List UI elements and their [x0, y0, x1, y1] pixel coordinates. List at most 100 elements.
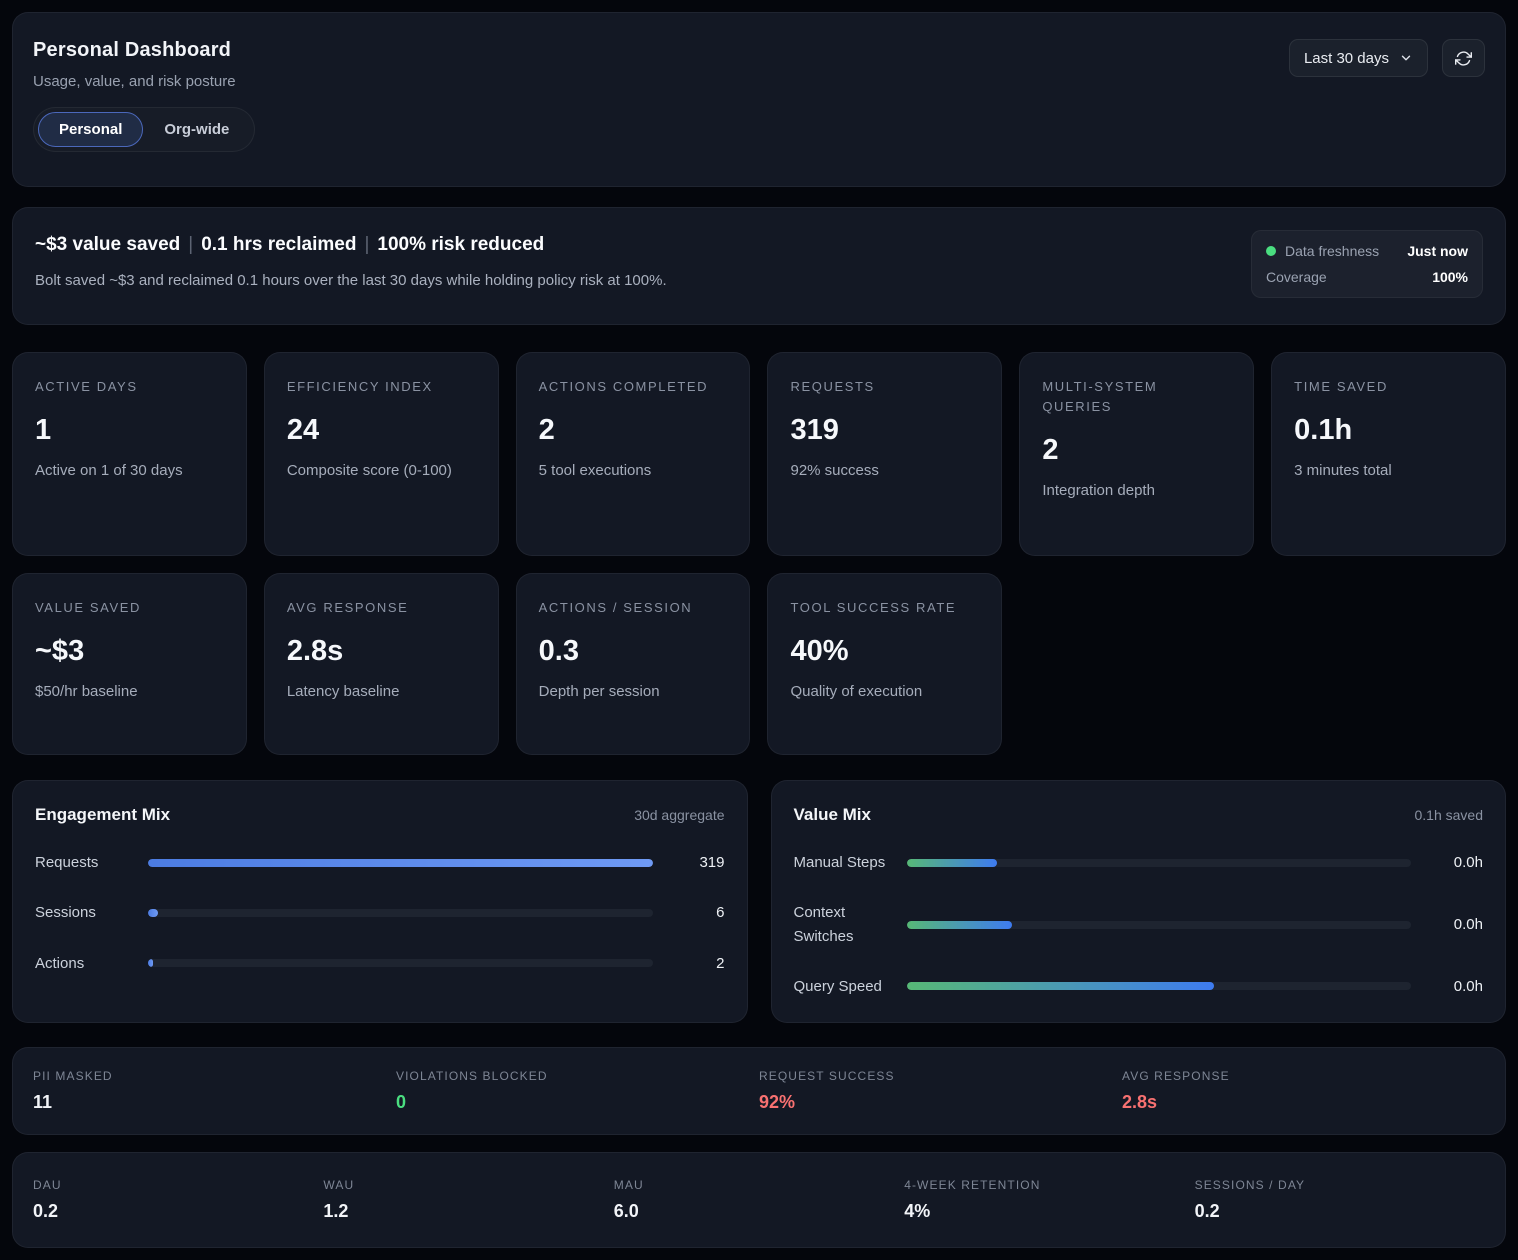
- mix-panels: Engagement Mix 30d aggregate Requests 31…: [12, 780, 1506, 1023]
- bar-row-context-switches: Context Switches 0.0h: [794, 901, 1484, 948]
- engagement-mix-panel: Engagement Mix 30d aggregate Requests 31…: [12, 780, 748, 1023]
- coverage-value: 100%: [1432, 269, 1468, 285]
- page-title: Personal Dashboard: [33, 39, 1485, 62]
- metric-label: Active days: [35, 377, 224, 397]
- stat-value: 1.2: [323, 1201, 613, 1222]
- stat-avg-response: Avg response 2.8s: [1122, 1069, 1485, 1113]
- metric-value: 2: [1042, 434, 1231, 467]
- metric-subtext: Latency baseline: [287, 683, 476, 700]
- coverage-label: Coverage: [1266, 269, 1327, 285]
- stat-request-success: Request success 92%: [759, 1069, 1122, 1113]
- status-dot-icon: [1266, 246, 1276, 256]
- refresh-icon: [1455, 50, 1472, 67]
- stat-value: 6.0: [614, 1201, 904, 1222]
- stat-value: 4%: [904, 1201, 1194, 1222]
- metric-value: ~$3: [35, 635, 224, 668]
- metric-card-tool-success-rate: Tool success rate 40% Quality of executi…: [767, 573, 1002, 755]
- stat-violations-blocked: Violations blocked 0: [396, 1069, 759, 1113]
- bar-fill: [907, 982, 1215, 990]
- metric-subtext: 92% success: [790, 462, 979, 479]
- headline-separator: |: [180, 234, 201, 255]
- scope-toggle: Personal Org-wide: [33, 107, 255, 152]
- metric-label: Time saved: [1294, 377, 1483, 397]
- bar-label: Manual Steps: [794, 851, 907, 874]
- panel-subtitle: 30d aggregate: [634, 807, 724, 823]
- bar-label: Query Speed: [794, 975, 907, 998]
- panel-title: Engagement Mix: [35, 805, 170, 825]
- metric-value: 319: [790, 414, 979, 447]
- freshness-row: Data freshness Just now: [1266, 243, 1468, 259]
- stat-label: Sessions / day: [1195, 1178, 1485, 1192]
- metric-card-multi-system-queries: Multi-system queries 2 Integration depth: [1019, 352, 1254, 556]
- headline-value-saved: ~$3 value saved: [35, 234, 180, 255]
- metric-subtext: 3 minutes total: [1294, 462, 1483, 479]
- stat-value: 0.2: [1195, 1201, 1485, 1222]
- metrics-row-2: Value saved ~$3 $50/hr baseline Avg resp…: [12, 573, 1506, 755]
- stat-value: 2.8s: [1122, 1092, 1485, 1113]
- engagement-mix-header: Engagement Mix 30d aggregate: [35, 805, 725, 825]
- metric-value: 2.8s: [287, 635, 476, 668]
- headline-risk-reduced: 100% risk reduced: [377, 234, 544, 255]
- bar-value: 319: [669, 854, 725, 871]
- bar-row-query-speed: Query Speed 0.0h: [794, 975, 1484, 998]
- bar-track: [907, 982, 1412, 990]
- metric-card-actions-per-session: Actions / session 0.3 Depth per session: [516, 573, 751, 755]
- summary-banner: ~$3 value saved|0.1 hrs reclaimed|100% r…: [12, 207, 1506, 325]
- metric-label: Efficiency index: [287, 377, 476, 397]
- metric-subtext: Quality of execution: [790, 683, 979, 700]
- stat-label: 4-week retention: [904, 1178, 1194, 1192]
- data-freshness-box: Data freshness Just now Coverage 100%: [1251, 230, 1483, 298]
- metric-card-requests: Requests 319 92% success: [767, 352, 1002, 556]
- bar-track: [907, 859, 1412, 867]
- bar-label: Sessions: [35, 901, 148, 924]
- freshness-value: Just now: [1407, 243, 1468, 259]
- metric-subtext: Integration depth: [1042, 482, 1231, 499]
- stat-label: MAU: [614, 1178, 904, 1192]
- metric-subtext: Active on 1 of 30 days: [35, 462, 224, 479]
- stat-4-week-retention: 4-week retention 4%: [904, 1178, 1194, 1222]
- stat-wau: WAU 1.2: [323, 1178, 613, 1222]
- stat-label: WAU: [323, 1178, 613, 1192]
- toggle-personal-button[interactable]: Personal: [38, 112, 143, 147]
- security-strip: PII masked 11 Violations blocked 0 Reque…: [12, 1047, 1506, 1135]
- metric-label: Avg response: [287, 598, 476, 618]
- metric-label: Actions completed: [539, 377, 728, 397]
- stat-mau: MAU 6.0: [614, 1178, 904, 1222]
- stat-value: 11: [33, 1092, 396, 1113]
- metric-subtext: $50/hr baseline: [35, 683, 224, 700]
- stat-sessions-per-day: Sessions / day 0.2: [1195, 1178, 1485, 1222]
- metrics-row-1: Active days 1 Active on 1 of 30 days Eff…: [12, 352, 1506, 556]
- metric-value: 24: [287, 414, 476, 447]
- bar-row-actions: Actions 2: [35, 952, 725, 975]
- metric-card-active-days: Active days 1 Active on 1 of 30 days: [12, 352, 247, 556]
- metric-card-value-saved: Value saved ~$3 $50/hr baseline: [12, 573, 247, 755]
- bar-value: 2: [669, 955, 725, 972]
- page-subtitle: Usage, value, and risk posture: [33, 73, 1485, 90]
- bar-value: 0.0h: [1427, 916, 1483, 933]
- bar-value: 0.0h: [1427, 978, 1483, 995]
- stat-value: 0.2: [33, 1201, 323, 1222]
- stat-label: PII masked: [33, 1069, 396, 1083]
- toggle-org-wide-button[interactable]: Org-wide: [143, 112, 250, 147]
- stat-value: 92%: [759, 1092, 1122, 1113]
- stat-value: 0: [396, 1092, 759, 1113]
- value-mix-header: Value Mix 0.1h saved: [794, 805, 1484, 825]
- metric-value: 0.3: [539, 635, 728, 668]
- bar-label: Requests: [35, 851, 148, 874]
- metric-label: Actions / session: [539, 598, 728, 618]
- bar-fill: [907, 921, 1013, 929]
- bar-fill: [907, 859, 998, 867]
- date-range-value: Last 30 days: [1304, 50, 1389, 67]
- date-range-select[interactable]: Last 30 days: [1289, 39, 1428, 77]
- stat-label: Request success: [759, 1069, 1122, 1083]
- headline-hours-reclaimed: 0.1 hrs reclaimed: [201, 234, 356, 255]
- metric-label: Value saved: [35, 598, 224, 618]
- refresh-button[interactable]: [1442, 39, 1485, 77]
- bar-row-manual-steps: Manual Steps 0.0h: [794, 851, 1484, 874]
- metric-subtext: 5 tool executions: [539, 462, 728, 479]
- metric-value: 1: [35, 414, 224, 447]
- bar-value: 6: [669, 904, 725, 921]
- metric-label: Tool success rate: [790, 598, 979, 618]
- bar-track: [148, 959, 653, 967]
- headline-separator: |: [356, 234, 377, 255]
